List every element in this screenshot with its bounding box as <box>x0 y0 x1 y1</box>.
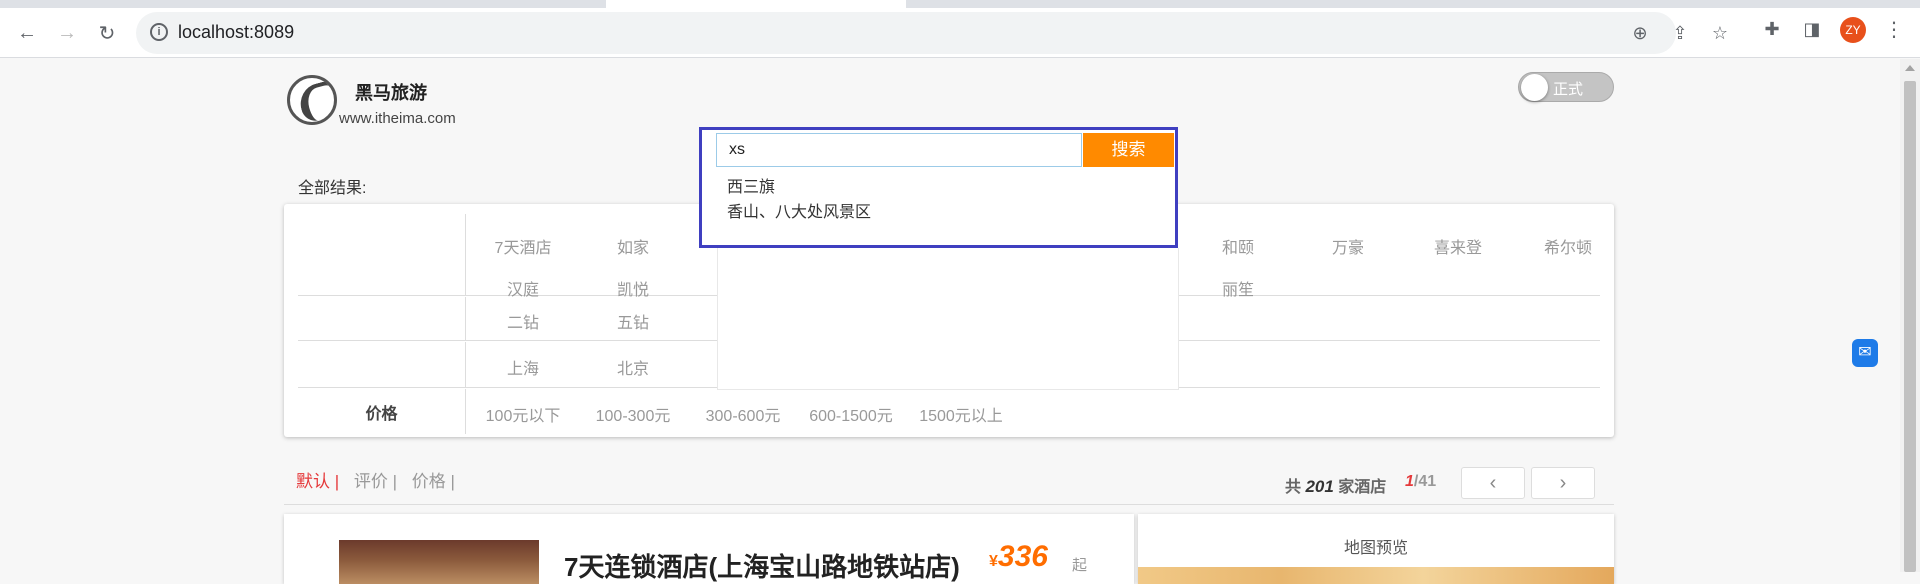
toggle-label: 正式 <box>1553 81 1584 98</box>
search-highlight-box: xs 搜索 西三旗 香山、八大处风景区 <box>699 127 1178 248</box>
price-value: 336 <box>997 540 1048 573</box>
address-url[interactable]: localhost:8089 <box>178 22 294 43</box>
count-number: 201 <box>1305 477 1334 496</box>
brand-logo[interactable] <box>287 75 337 125</box>
search-input[interactable]: xs <box>716 133 1082 167</box>
hotel-name[interactable]: 7天连锁酒店(上海宝山路地铁站店) <box>564 547 960 584</box>
tab-strip <box>0 0 1920 8</box>
hotel-card[interactable]: 7天连锁酒店(上海宝山路地铁站店) ¥336 起 <box>284 514 1134 584</box>
map-title: 地图预览 <box>1343 540 1408 557</box>
prev-page-button[interactable]: ‹ <box>1461 467 1525 499</box>
hotel-image[interactable] <box>339 540 539 584</box>
scroll-thumb[interactable] <box>1904 81 1916 572</box>
chat-widget-icon[interactable]: ✉ <box>1852 339 1878 367</box>
star-option[interactable]: 二钻 <box>468 309 578 333</box>
brand-url: www.itheima.com <box>339 110 456 127</box>
star-row-label <box>298 297 466 340</box>
price-option[interactable]: 1500元以上 <box>906 402 1016 426</box>
price-option[interactable]: 600-1500元 <box>796 402 906 426</box>
count-suffix: 家酒店 <box>1338 479 1387 496</box>
extensions-icon[interactable]: ✚ <box>1761 18 1783 40</box>
browser-menu-icon[interactable]: ⋮ <box>1884 16 1904 44</box>
address-bar[interactable]: i localhost:8089 ⊕ ⇪ ☆ <box>136 12 1728 54</box>
next-page-button[interactable]: › <box>1531 467 1595 499</box>
search-button[interactable]: 搜索 <box>1083 133 1174 167</box>
share-icon[interactable]: ⇪ <box>1669 22 1691 44</box>
currency-symbol: ¥ <box>989 553 998 570</box>
hotel-price: ¥336 <box>989 540 1048 574</box>
zoom-icon[interactable]: ⊕ <box>1629 22 1651 44</box>
brand-option[interactable]: 和颐 <box>1183 234 1293 258</box>
sort-divider <box>284 504 1614 505</box>
brand-row-label <box>298 214 466 295</box>
brand-option[interactable]: 万豪 <box>1293 234 1403 258</box>
back-icon[interactable]: ← <box>12 18 42 48</box>
browser-toolbar: ← → ↻ i localhost:8089 ⊕ ⇪ ☆ ✚ ◨ ZY ⋮ <box>0 8 1920 58</box>
brand-option[interactable]: 7天酒店 <box>468 234 578 258</box>
suggestion-item[interactable]: 香山、八大处风景区 <box>727 198 871 222</box>
side-panel-icon[interactable]: ◨ <box>1801 18 1823 40</box>
scroll-up-icon[interactable] <box>1905 65 1915 71</box>
price-option[interactable]: 100-300元 <box>578 402 688 426</box>
reload-icon[interactable]: ↻ <box>92 18 122 48</box>
sort-price[interactable]: 价格 | <box>412 472 455 491</box>
sort-bar: 默认 | 评价 | 价格 | <box>296 467 465 492</box>
total-pages: /41 <box>1413 473 1437 490</box>
current-page: 1 <box>1405 473 1414 490</box>
page-scrollbar[interactable] <box>1900 59 1920 572</box>
toggle-knob[interactable] <box>1521 74 1548 101</box>
suggestion-dropdown-extension <box>717 248 1179 390</box>
map-image[interactable] <box>1138 567 1614 584</box>
bookmark-star-icon[interactable]: ☆ <box>1709 22 1731 44</box>
env-toggle[interactable]: 正式 <box>1518 72 1614 102</box>
brand-option[interactable]: 如家 <box>578 234 688 258</box>
active-tab[interactable] <box>606 0 906 8</box>
suggestion-item[interactable]: 西三旗 <box>727 173 775 197</box>
site-info-icon[interactable]: i <box>150 23 168 41</box>
forward-icon[interactable]: → <box>52 18 82 48</box>
price-option[interactable]: 300-600元 <box>688 402 798 426</box>
price-row-label: 价格 <box>298 389 466 434</box>
brand-option[interactable]: 希尔顿 <box>1513 234 1623 258</box>
price-option[interactable]: 100元以下 <box>468 402 578 426</box>
profile-avatar[interactable]: ZY <box>1840 17 1866 43</box>
price-filter-row: 价格 100元以下 100-300元 300-600元 600-1500元 15… <box>298 389 1600 434</box>
star-option[interactable]: 五钻 <box>578 309 688 333</box>
city-option[interactable]: 上海 <box>468 355 578 379</box>
sort-default[interactable]: 默认 | <box>296 472 339 491</box>
page-content: 黑马旅游 www.itheima.com 正式 全部结果: 7天酒店 如家 和颐… <box>0 59 1900 584</box>
all-results-label: 全部结果: <box>298 180 367 197</box>
map-preview-card: 地图预览 <box>1138 514 1614 584</box>
brand-name: 黑马旅游 <box>355 83 427 103</box>
hotel-count: 共 201 家酒店 <box>1285 473 1386 497</box>
city-option[interactable]: 北京 <box>578 355 688 379</box>
count-prefix: 共 <box>1285 479 1302 496</box>
brand-option[interactable]: 喜来登 <box>1403 234 1513 258</box>
city-row-label <box>298 342 466 387</box>
sort-rating[interactable]: 评价 | <box>354 472 397 491</box>
page-indicator: 1/41 <box>1405 473 1436 491</box>
